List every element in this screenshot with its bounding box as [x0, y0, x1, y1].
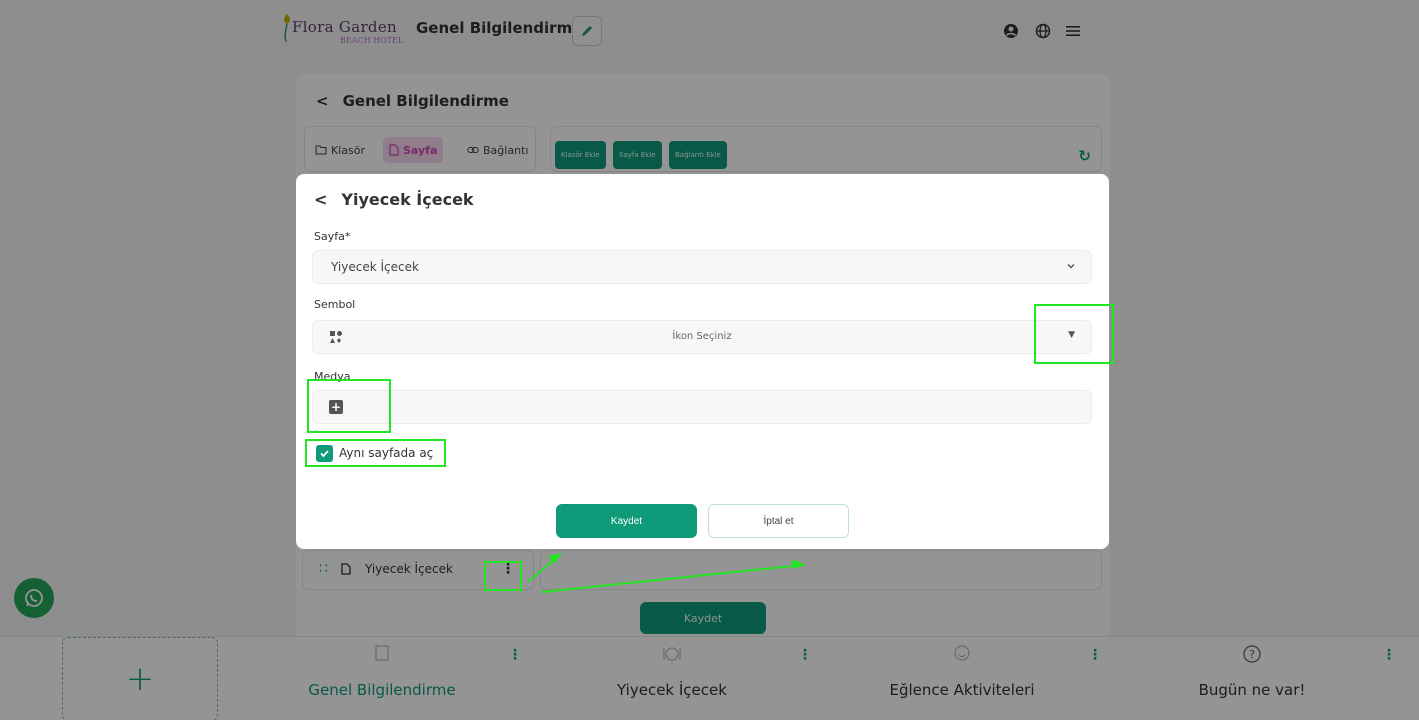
chevron-down-icon [1067, 264, 1075, 269]
modal-title: < Yiyecek İçecek [314, 190, 474, 209]
page-select-value: Yiyecek İçecek [331, 260, 419, 274]
highlight-symbol-dropdown [1034, 304, 1114, 364]
highlight-same-page-checkbox [305, 439, 446, 467]
symbol-field-label: Sembol [314, 298, 356, 311]
modal-save-button[interactable]: Kaydet [556, 504, 697, 538]
media-upload-field[interactable]: + [312, 390, 1092, 424]
highlight-more-options [484, 561, 522, 591]
symbol-placeholder: İkon Seçiniz [672, 331, 732, 342]
page-select[interactable]: Yiyecek İçecek [312, 250, 1092, 284]
page-field-label: Sayfa* [314, 230, 351, 243]
edit-page-modal: < Yiyecek İçecek Sayfa* Yiyecek İçecek Se… [296, 174, 1109, 549]
highlight-media-add [307, 379, 391, 433]
symbol-select[interactable]: İkon Seçiniz ▼ [312, 320, 1092, 354]
modal-cancel-button[interactable]: İptal et [708, 504, 849, 538]
back-chevron-icon[interactable]: < [314, 190, 327, 209]
